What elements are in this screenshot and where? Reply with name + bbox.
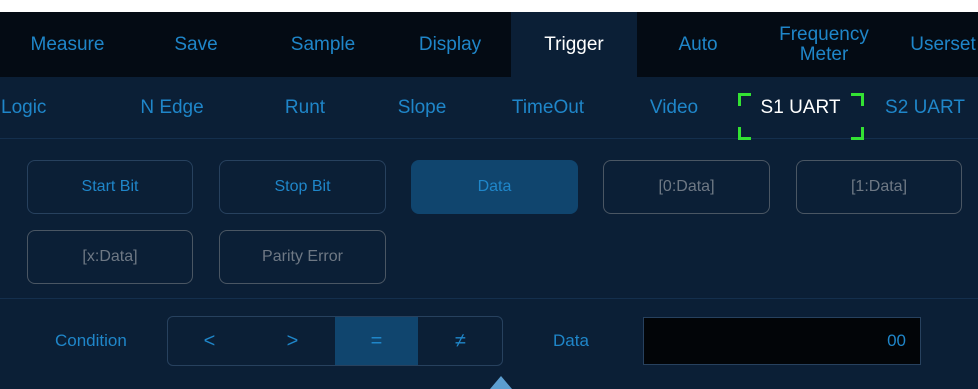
tab-trigger[interactable]: Trigger [511,12,637,77]
tab-userset[interactable]: Userset [889,12,978,77]
equal-option[interactable]: = [335,317,418,365]
less-than-option[interactable]: < [168,317,251,365]
parity-error-button[interactable]: Parity Error [219,230,386,284]
caret-up-icon [490,376,512,389]
selection-corner [851,127,864,140]
subtab-timeout[interactable]: TimeOut [498,77,598,138]
subtab-s2-uart[interactable]: S2 UART [872,77,978,138]
tab-measure[interactable]: Measure [0,12,135,77]
greater-than-option[interactable]: > [251,317,334,365]
condition-label: Condition [55,331,127,350]
data0-button[interactable]: [0:Data] [603,160,770,214]
subtab-slope[interactable]: Slope [372,77,472,138]
selection-corner [738,127,751,140]
subtab-s1-uart[interactable]: S1 UART [738,77,863,138]
subtab-n-edge[interactable]: N Edge [122,77,222,138]
tab-sample[interactable]: Sample [257,12,389,77]
condition-selector: < > = ≠ [167,316,503,366]
subtab-video[interactable]: Video [624,77,724,138]
subtab-logic[interactable]: Logic [0,77,93,138]
top-tab-bar: Measure Save Sample Display Trigger Auto… [0,12,978,77]
start-bit-button[interactable]: Start Bit [27,160,193,214]
subtab-runt[interactable]: Runt [255,77,355,138]
tab-auto[interactable]: Auto [637,12,759,77]
datax-button[interactable]: [x:Data] [27,230,193,284]
data-label: Data [553,331,589,350]
not-equal-option[interactable]: ≠ [419,317,502,365]
data1-button[interactable]: [1:Data] [796,160,962,214]
data-value-field[interactable]: 00 [643,317,921,365]
data-value: 00 [887,331,906,350]
tab-save[interactable]: Save [135,12,257,77]
divider [0,298,978,299]
stop-bit-button[interactable]: Stop Bit [219,160,386,214]
trigger-type-bar: Logic N Edge Runt Slope TimeOut Video S1… [0,77,978,140]
trigger-panel: Measure Save Sample Display Trigger Auto… [0,12,978,389]
selection-corner [851,93,864,106]
tab-display[interactable]: Display [389,12,511,77]
tab-frequency-meter-label: Frequency Meter [779,23,869,65]
data-button[interactable]: Data [411,160,578,214]
selection-corner [738,93,751,106]
tab-frequency-meter[interactable]: Frequency Meter [759,12,889,77]
